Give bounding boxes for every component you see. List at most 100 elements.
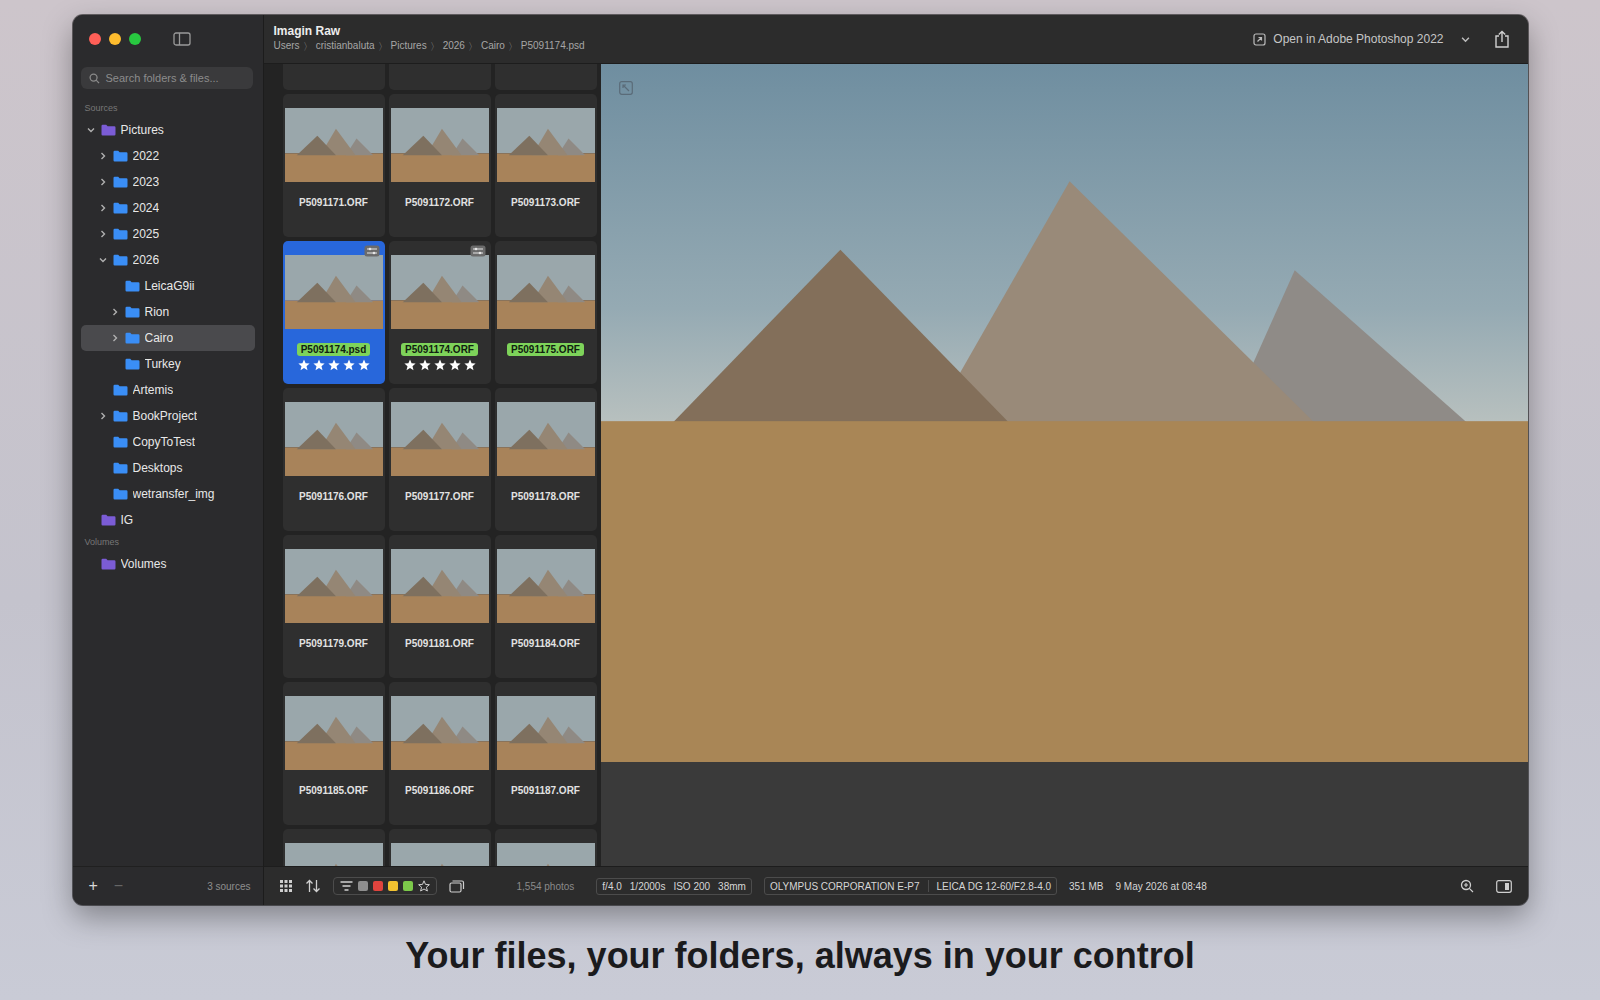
camera-model: OLYMPUS CORPORATION E-P7 [770, 881, 920, 892]
grid-view-icon[interactable] [279, 879, 293, 893]
breadcrumb-item[interactable]: cristianbaluta [316, 40, 375, 54]
open-in-app-button[interactable]: Open in Adobe Photoshop 2022 [1253, 32, 1469, 46]
thumbnail-card[interactable]: P5091185.ORF [283, 682, 385, 825]
sidebar-item-label: 2025 [133, 227, 160, 241]
thumbnail-card[interactable]: P5091171.ORF [283, 94, 385, 237]
sidebar-item[interactable]: 2025 [81, 221, 255, 247]
thumbnail-card[interactable] [495, 829, 597, 866]
breadcrumb-item[interactable]: P5091174.psd [521, 40, 585, 54]
close-button[interactable] [89, 33, 101, 45]
minimize-button[interactable] [109, 33, 121, 45]
share-icon[interactable] [1494, 30, 1510, 49]
color-filter[interactable] [403, 881, 413, 891]
chevron-icon[interactable] [111, 308, 119, 316]
stack-icon[interactable] [449, 879, 465, 893]
thumbnail-card[interactable]: P5091186.ORF [389, 682, 491, 825]
color-filter[interactable] [358, 881, 368, 891]
thumbnail-card[interactable]: P5091178.ORF [495, 388, 597, 531]
sidebar-item[interactable]: Artemis [81, 377, 255, 403]
sidebar-item[interactable]: Volumes [81, 551, 255, 577]
star-rating[interactable] [404, 359, 476, 371]
sidebar-item[interactable]: Pictures [81, 117, 255, 143]
file-name: P5091187.ORF [507, 784, 584, 797]
sidebar-item[interactable]: 2024 [81, 195, 255, 221]
expand-icon[interactable] [619, 81, 633, 95]
thumbnail-card[interactable] [495, 64, 597, 90]
sidebar-item[interactable]: Rion [81, 299, 255, 325]
sidebar-item[interactable]: Turkey [81, 351, 255, 377]
thumbnail-card[interactable]: P5091181.ORF [389, 535, 491, 678]
sidebar-item[interactable]: Cairo [81, 325, 255, 351]
thumbnail-card[interactable]: P5091174.ORF [389, 241, 491, 384]
search-field[interactable]: Search folders & files... [81, 67, 253, 89]
file-name: P5091177.ORF [401, 490, 478, 503]
sidebar-item[interactable]: 2023 [81, 169, 255, 195]
filter-group [333, 877, 437, 895]
sidebar-titlebar [73, 15, 263, 63]
add-source-button[interactable]: + [89, 877, 98, 895]
chevron-icon[interactable] [111, 334, 119, 342]
file-name: P5091173.ORF [507, 196, 584, 209]
zoom-button[interactable] [129, 33, 141, 45]
sidebar-item[interactable]: BookProject [81, 403, 255, 429]
thumbnail-card[interactable]: P5091184.ORF [495, 535, 597, 678]
sidebar-toggle-icon[interactable] [173, 32, 191, 46]
chevron-icon[interactable] [87, 126, 95, 134]
chevron-icon[interactable] [99, 152, 107, 160]
folder-icon [125, 306, 140, 318]
sidebar-item-label: Turkey [145, 357, 181, 371]
sidebar-item[interactable]: LeicaG9ii [81, 273, 255, 299]
info-panel-icon[interactable] [1496, 880, 1512, 893]
folder-icon [113, 488, 128, 500]
thumbnail-card[interactable]: P5091172.ORF [389, 94, 491, 237]
breadcrumb-item[interactable]: Users [274, 40, 300, 54]
chevron-icon[interactable] [99, 178, 107, 186]
dropdown-chevron-icon[interactable] [1461, 35, 1470, 44]
sidebar-item[interactable]: IG [81, 507, 255, 533]
color-filter[interactable] [388, 881, 398, 891]
sidebar-item[interactable]: wetransfer_img [81, 481, 255, 507]
thumbnail-card[interactable]: P5091176.ORF [283, 388, 385, 531]
thumbnail-card[interactable]: P5091179.ORF [283, 535, 385, 678]
star-icon [449, 359, 461, 371]
thumbnail-image [497, 696, 595, 770]
thumbnail-card[interactable] [283, 64, 385, 90]
star-rating[interactable] [298, 359, 370, 371]
remove-source-button[interactable]: − [114, 877, 123, 895]
sidebar-item[interactable]: 2026 [81, 247, 255, 273]
thumbnail-card[interactable]: P5091174.psd [283, 241, 385, 384]
thumbnail-image [391, 402, 489, 476]
chevron-icon[interactable] [99, 412, 107, 420]
thumbnail-card[interactable] [389, 829, 491, 866]
thumbnail-card[interactable]: P5091175.ORF [495, 241, 597, 384]
preview-photo [601, 64, 1528, 762]
exposure-value: ISO 200 [673, 881, 710, 892]
breadcrumb-item[interactable]: Cairo [481, 40, 505, 54]
breadcrumb-separator: 〉 [430, 40, 440, 54]
photo-count: 1,554 photos [517, 881, 575, 892]
filter-icon[interactable] [340, 881, 353, 891]
breadcrumb-item[interactable]: Pictures [391, 40, 427, 54]
file-size: 351 MB [1069, 881, 1103, 892]
thumbnail-card[interactable]: P5091173.ORF [495, 94, 597, 237]
sidebar-item[interactable]: CopyToTest [81, 429, 255, 455]
chevron-icon[interactable] [99, 230, 107, 238]
sidebar-item[interactable]: 2022 [81, 143, 255, 169]
page: Search folders & files...SourcesPictures… [0, 0, 1600, 1000]
sidebar-item[interactable]: Desktops [81, 455, 255, 481]
thumbnail-card[interactable]: P5091187.ORF [495, 682, 597, 825]
breadcrumb-item[interactable]: 2026 [443, 40, 465, 54]
thumbnail-card[interactable] [389, 64, 491, 90]
star-filter-icon[interactable] [418, 880, 430, 892]
sidebar-item-label: Cairo [145, 331, 174, 345]
thumbnail-card[interactable]: P5091177.ORF [389, 388, 491, 531]
chevron-icon[interactable] [99, 256, 107, 264]
zoom-icon[interactable] [1460, 879, 1474, 893]
thumbnail-image [285, 843, 383, 866]
chevron-icon[interactable] [99, 204, 107, 212]
folder-tree: SourcesPictures20222023202420252026Leica… [73, 89, 263, 866]
sort-icon[interactable] [305, 879, 321, 893]
file-name: P5091171.ORF [295, 196, 372, 209]
thumbnail-card[interactable] [283, 829, 385, 866]
color-filter[interactable] [373, 881, 383, 891]
